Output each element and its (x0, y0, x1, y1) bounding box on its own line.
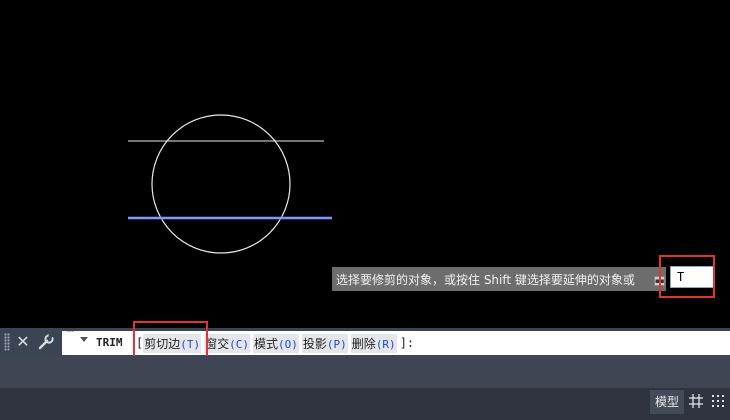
command-prompt-tooltip: 选择要修剪的对象，或按住 Shift 键选择要延伸的对象或 (332, 267, 666, 291)
option-label: 模式 (254, 336, 279, 351)
command-name: TRIM (96, 336, 123, 349)
status-bar (0, 388, 730, 420)
option-erase[interactable]: 删除(R) (350, 333, 397, 353)
snap-icon[interactable] (710, 393, 726, 409)
option-label: 删除 (351, 336, 376, 351)
circle-entity[interactable] (151, 114, 291, 254)
option-project[interactable]: 投影(P) (301, 333, 348, 353)
model-tab[interactable]: 模型 (650, 390, 684, 414)
option-label: 投影 (302, 336, 327, 351)
grid-icon[interactable] (688, 393, 704, 409)
option-label: 窗交 (205, 336, 230, 351)
option-key: (C) (229, 337, 250, 351)
wrench-icon[interactable] (36, 331, 56, 353)
history-dots-icon: ¨¨ (66, 331, 74, 341)
highlight-box-input (659, 255, 715, 298)
command-line-bar: ✕ ¨¨ TRIM [ 剪切边(T) 窗交(C) 模式(O) 投影(P) 删除(… (0, 328, 730, 356)
close-icon[interactable]: ✕ (14, 331, 32, 353)
layout-panel (0, 356, 730, 388)
chevron-down-icon[interactable] (80, 337, 88, 342)
grip-handle-icon[interactable] (4, 333, 10, 351)
option-crossing[interactable]: 窗交(C) (204, 333, 251, 353)
option-key: (O) (278, 337, 298, 351)
option-mode[interactable]: 模式(O) (253, 333, 299, 353)
option-key: (R) (375, 337, 396, 351)
close-bracket: ]: (399, 336, 415, 350)
option-key: (P) (326, 337, 347, 351)
